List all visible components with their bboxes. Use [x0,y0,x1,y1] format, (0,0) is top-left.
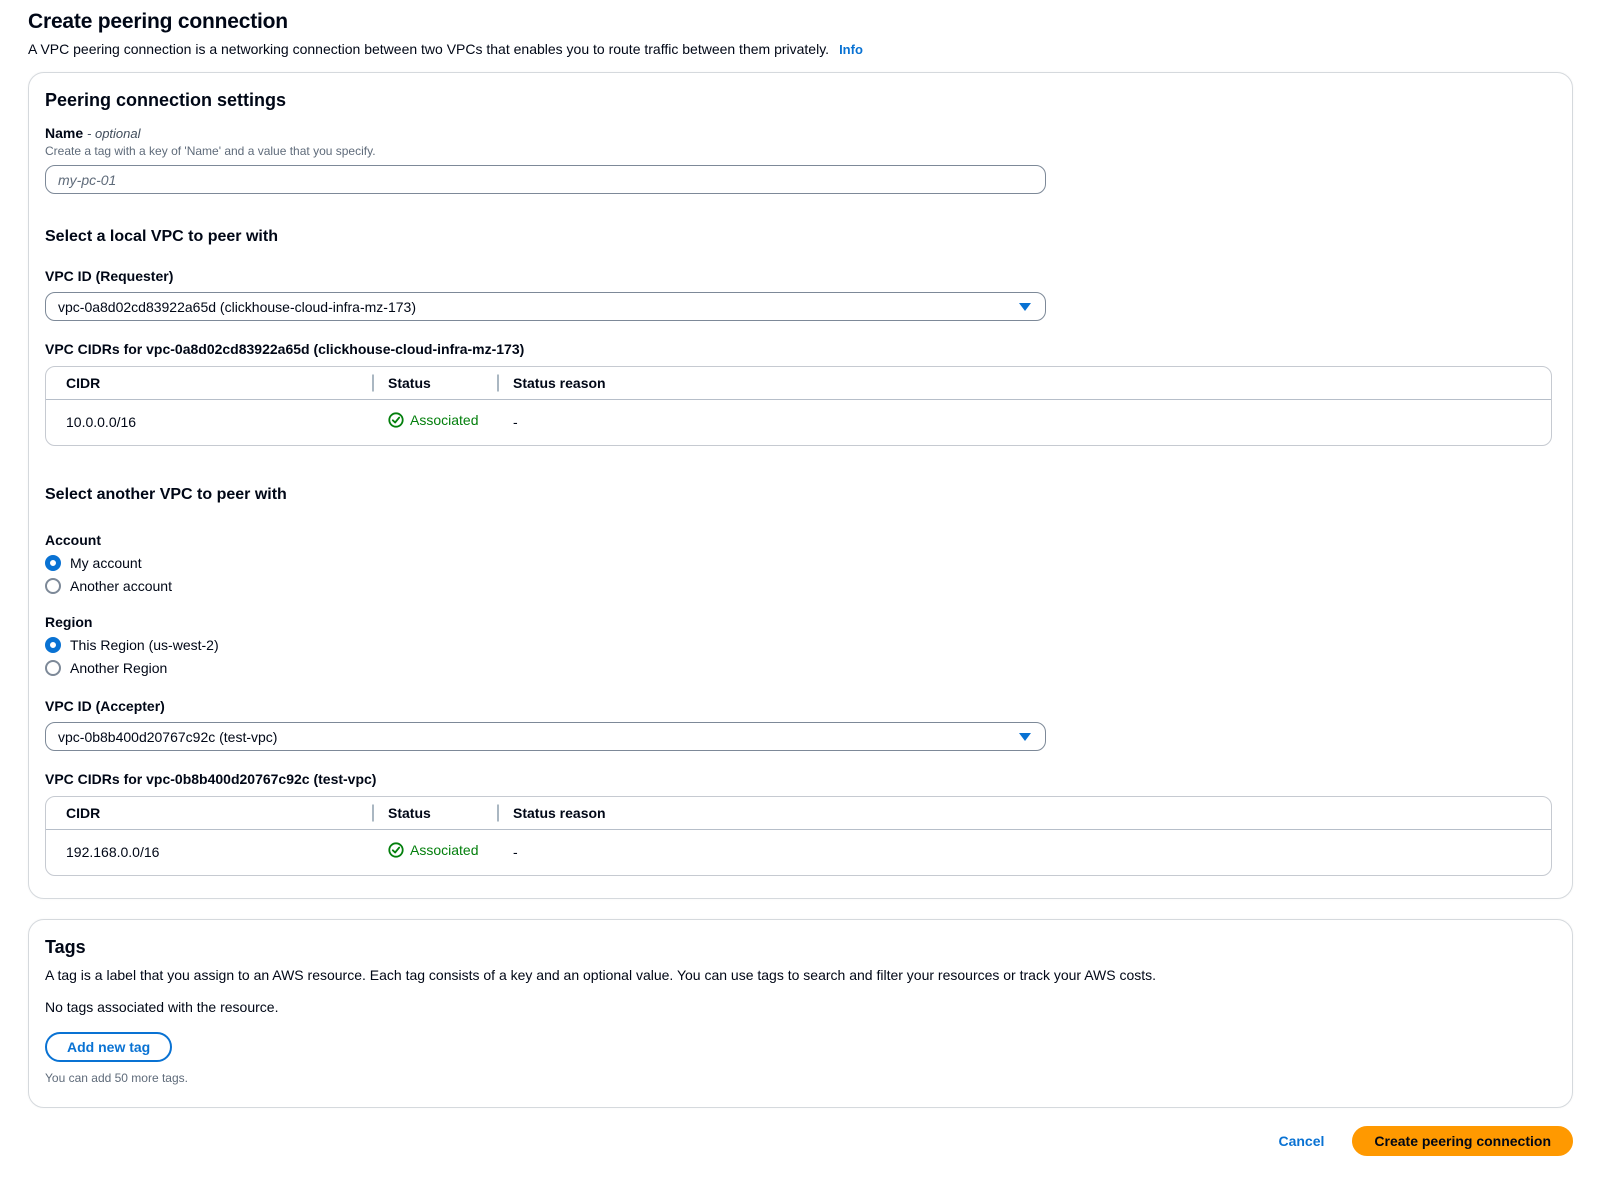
table-row: 10.0.0.0/16 Associated - [46,400,1551,440]
name-field-description: Create a tag with a key of 'Name' and a … [45,144,1552,158]
success-check-icon [388,842,404,858]
other-vpc-heading: Select another VPC to peer with [45,486,1552,504]
cidr-cell: 192.168.0.0/16 [46,830,372,870]
status-cell: Associated [372,400,497,440]
create-peering-connection-button[interactable]: Create peering connection [1352,1126,1573,1156]
requester-cidr-table-card: CIDR Status Status reason 10.0.0.0/16 [45,366,1552,446]
status-cell: Associated [372,830,497,870]
name-field-group: Name - optional Create a tag with a key … [45,125,1552,194]
requester-vpc-select[interactable]: vpc-0a8d02cd83922a65d (clickhouse-cloud-… [45,292,1046,321]
requester-cidr-table: CIDR Status Status reason 10.0.0.0/16 [46,367,1551,439]
column-divider [497,375,499,392]
account-label: Account [45,532,1552,548]
column-header-status-reason: Status reason [497,797,1551,830]
name-label: Name [45,125,83,141]
column-divider [372,805,374,822]
page-description: A VPC peering connection is a networking… [28,41,1573,57]
add-new-tag-button[interactable]: Add new tag [45,1032,172,1062]
accepter-cidr-table-card: CIDR Status Status reason 192.168.0.0/16 [45,796,1552,876]
accepter-vpc-selected-value: vpc-0b8b400d20767c92c (test-vpc) [58,729,277,745]
radio-option-another-region[interactable]: Another Region [45,660,1552,676]
region-label: Region [45,614,1552,630]
column-header-status: Status [372,367,497,400]
tags-description: A tag is a label that you assign to an A… [45,967,1552,983]
radio-unselected-icon [45,578,61,594]
radio-option-another-account[interactable]: Another account [45,578,1552,594]
status-reason-cell: - [497,830,1551,870]
radio-selected-icon [45,637,61,653]
tags-empty-text: No tags associated with the resource. [45,999,1552,1015]
requester-cidrs-group: VPC CIDRs for vpc-0a8d02cd83922a65d (cli… [45,341,1552,446]
settings-heading: Peering connection settings [45,90,1552,111]
cancel-button[interactable]: Cancel [1276,1129,1326,1153]
info-link[interactable]: Info [839,42,863,57]
radio-selected-icon [45,555,61,571]
region-radio-group: Region This Region (us-west-2) Another R… [45,614,1552,676]
accepter-cidrs-group: VPC CIDRs for vpc-0b8b400d20767c92c (tes… [45,771,1552,876]
status-reason-cell: - [497,400,1551,440]
chevron-down-icon [1019,733,1031,741]
table-row: 192.168.0.0/16 Associated [46,830,1551,870]
accepter-vpc-label: VPC ID (Accepter) [45,698,1552,714]
name-optional-label: - optional [87,126,140,141]
requester-vpc-label: VPC ID (Requester) [45,268,1552,284]
accepter-vpc-field-group: VPC ID (Accepter) vpc-0b8b400d20767c92c … [45,698,1552,751]
status-badge: Associated [410,842,478,858]
column-header-status-reason: Status reason [497,367,1551,400]
column-header-cidr: CIDR [46,367,372,400]
column-divider [372,375,374,392]
accepter-cidrs-label: VPC CIDRs for vpc-0b8b400d20767c92c (tes… [45,771,1552,787]
cidr-cell: 10.0.0.0/16 [46,400,372,440]
requester-vpc-field-group: VPC ID (Requester) vpc-0a8d02cd83922a65d… [45,268,1552,321]
requester-cidrs-label: VPC CIDRs for vpc-0a8d02cd83922a65d (cli… [45,341,1552,357]
accepter-vpc-select[interactable]: vpc-0b8b400d20767c92c (test-vpc) [45,722,1046,751]
radio-unselected-icon [45,660,61,676]
footer-actions: Cancel Create peering connection [28,1126,1573,1156]
success-check-icon [388,412,404,428]
status-badge: Associated [410,412,478,428]
name-input[interactable] [45,165,1046,194]
tags-remaining-text: You can add 50 more tags. [45,1071,1552,1085]
tags-panel: Tags A tag is a label that you assign to… [28,919,1573,1108]
column-header-cidr: CIDR [46,797,372,830]
accepter-cidr-table: CIDR Status Status reason 192.168.0.0/16 [46,797,1551,869]
chevron-down-icon [1019,303,1031,311]
local-vpc-heading: Select a local VPC to peer with [45,228,1552,246]
page-title: Create peering connection [28,10,1573,34]
column-header-status: Status [372,797,497,830]
radio-option-my-account[interactable]: My account [45,555,1552,571]
requester-vpc-selected-value: vpc-0a8d02cd83922a65d (clickhouse-cloud-… [58,299,416,315]
column-divider [497,805,499,822]
tags-heading: Tags [45,937,1552,958]
peering-settings-panel: Peering connection settings Name - optio… [28,72,1573,899]
account-radio-group: Account My account Another account [45,532,1552,594]
create-peering-connection-page: Create peering connection A VPC peering … [0,0,1600,1180]
radio-option-this-region[interactable]: This Region (us-west-2) [45,637,1552,653]
page-description-text: A VPC peering connection is a networking… [28,41,829,57]
